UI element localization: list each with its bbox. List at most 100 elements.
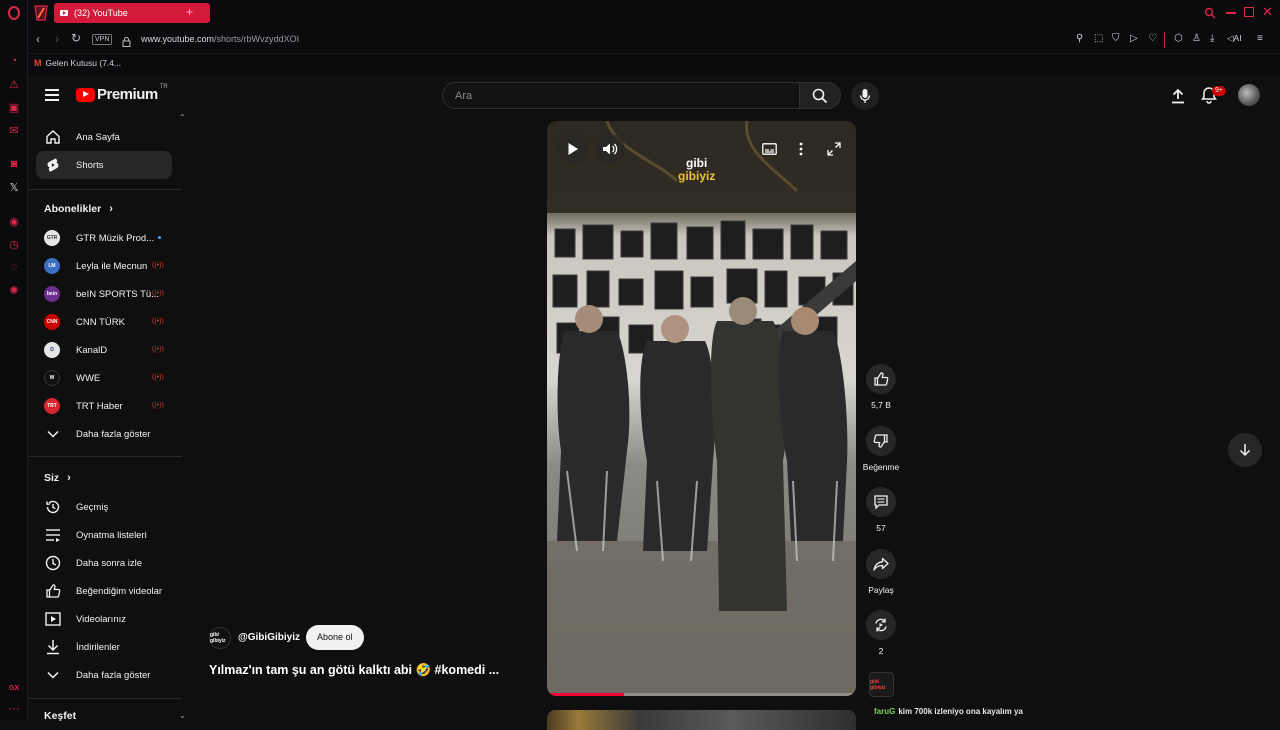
comment-icon xyxy=(874,495,888,510)
bookmark-page-icon[interactable]: ⚲ xyxy=(1076,33,1083,44)
history-icon xyxy=(44,498,62,516)
shield-icon[interactable]: ⛉ xyxy=(1112,33,1120,44)
twitch-icon[interactable]: ◙ xyxy=(7,157,21,171)
more-icon[interactable]: ⋯ xyxy=(7,701,21,715)
search-button[interactable] xyxy=(799,82,841,109)
gx-corner-icon[interactable]: GX xyxy=(7,681,21,695)
nav-item-liked[interactable]: Beğendiğim videolar xyxy=(36,577,172,605)
account-avatar[interactable] xyxy=(1238,84,1260,106)
opera-gx-icon[interactable] xyxy=(31,4,51,22)
nav-item-downloads[interactable]: İndirilenler xyxy=(36,633,172,661)
gx-control-icon[interactable]: ⚠ xyxy=(7,77,21,91)
volume-button[interactable] xyxy=(595,134,625,164)
subscription-item[interactable]: TRT TRT Haber ((•)) xyxy=(36,392,172,420)
nav-item-shorts[interactable]: Shorts xyxy=(36,151,172,179)
player-icon[interactable]: ◉ xyxy=(7,214,21,228)
settings-icon[interactable]: ✺ xyxy=(7,283,21,297)
microphone-icon xyxy=(859,89,871,103)
progress-bar[interactable] xyxy=(547,693,856,696)
progress-fill xyxy=(547,693,625,696)
live-icon: ((•)) xyxy=(152,374,164,381)
gmail-icon[interactable]: ✉ xyxy=(7,123,21,137)
aria-ai-button[interactable]: ◁AI xyxy=(1227,33,1242,44)
extensions-icon[interactable]: ⬡ xyxy=(1174,33,1183,44)
shorts-player[interactable]: gibi gibiyiz xyxy=(547,121,856,696)
voice-search-button[interactable] xyxy=(851,82,879,110)
channel-label: CNN TÜRK xyxy=(76,316,125,328)
captions-icon[interactable] xyxy=(760,141,778,157)
heart-icon[interactable]: ♡ xyxy=(1148,33,1157,44)
vpn-badge[interactable]: VPN xyxy=(92,34,113,45)
like-button[interactable] xyxy=(866,364,896,394)
bookmark-gmail[interactable]: M Gelen Kutusu (7.4... xyxy=(34,58,121,68)
subscription-item[interactable]: GTR GTR Müzik Prod... xyxy=(36,224,172,252)
you-header[interactable]: Siz › xyxy=(44,472,71,484)
chat-icon[interactable]: ◌ xyxy=(7,260,21,274)
comment-preview[interactable]: faruG kim 700k izleniyo ona kayalım ya xyxy=(874,707,1023,716)
back-icon[interactable]: ‹ xyxy=(36,32,40,46)
remix-action: 2 xyxy=(865,610,897,656)
next-short-preview[interactable] xyxy=(547,710,856,730)
lock-icon[interactable] xyxy=(122,34,131,52)
search-input[interactable] xyxy=(443,83,799,108)
like-action: 5,7 B xyxy=(865,364,897,410)
minimize-icon[interactable] xyxy=(1226,12,1236,14)
reload-icon[interactable]: ↻ xyxy=(71,31,81,45)
nav-item-watch-later[interactable]: Daha sonra izle xyxy=(36,549,172,577)
subscription-item[interactable]: W WWE ((•)) xyxy=(36,364,172,392)
guide-menu-icon[interactable] xyxy=(45,89,59,101)
channel-label: WWE xyxy=(76,372,101,384)
remix-button[interactable] xyxy=(866,610,896,640)
explore-title: Keşfet xyxy=(44,710,77,722)
create-upload-button[interactable] xyxy=(1168,87,1188,105)
opera-logo-icon[interactable] xyxy=(7,6,21,20)
maximize-icon[interactable] xyxy=(1244,7,1254,17)
subscription-item[interactable]: LM Leyla ile Mecnun ((•)) xyxy=(36,252,172,280)
short-title[interactable]: Yılmaz'ın tam şu an götü kalktı abi 🤣 #k… xyxy=(209,663,499,678)
search-tabs-icon[interactable] xyxy=(1204,6,1216,24)
nav-item-playlists[interactable]: Oynatma listeleri xyxy=(36,521,172,549)
player-ext-icon[interactable]: ▷ xyxy=(1130,33,1138,44)
subscription-item[interactable]: D KanalD ((•)) xyxy=(36,336,172,364)
youtube-premium-logo[interactable]: Premium TR xyxy=(76,84,168,103)
speed-dial-icon[interactable]: ◔ xyxy=(7,54,21,68)
share-label: Paylaş xyxy=(868,585,894,595)
subscriptions-header[interactable]: Abonelikler › xyxy=(44,203,113,215)
notification-badge: 9+ xyxy=(1212,86,1226,96)
audio-source-thumbnail[interactable]: gibi gibiyiz xyxy=(869,672,894,697)
more-options-icon[interactable] xyxy=(794,141,808,157)
next-short-button[interactable] xyxy=(1228,433,1262,467)
history-sidebar-icon[interactable]: ◷ xyxy=(7,237,21,251)
dislike-button[interactable] xyxy=(866,426,896,456)
show-more-subscriptions[interactable]: Daha fazla göster xyxy=(36,420,172,448)
messenger-icon[interactable]: ▣ xyxy=(7,100,21,114)
channel-handle[interactable]: @GibiGibiyiz xyxy=(238,632,300,643)
subscription-item[interactable]: bein beIN SPORTS Tü... ((•)) xyxy=(36,280,172,308)
download-toolbar-icon[interactable]: ⤓ xyxy=(1210,33,1214,44)
new-tab-icon[interactable]: + xyxy=(186,5,193,19)
channel-avatar[interactable]: gibi gibiyiz xyxy=(209,626,231,649)
url-field[interactable]: www.youtube.com/shorts/rbWvzyddXOI xyxy=(141,34,299,44)
nav-label: Beğendiğim videolar xyxy=(76,585,163,597)
scroll-up-icon[interactable]: ⌃ xyxy=(179,113,186,122)
nav-item-home[interactable]: Ana Sayfa xyxy=(36,123,172,151)
subscribe-button[interactable]: Abone ol xyxy=(305,625,364,650)
menu-icon[interactable]: ≡ xyxy=(1257,33,1263,44)
profile-icon[interactable]: ♙ xyxy=(1192,33,1201,44)
comments-button[interactable] xyxy=(866,487,896,517)
subscription-item[interactable]: CNN CNN TÜRK ((•)) xyxy=(36,308,172,336)
video-frame xyxy=(547,121,856,696)
snapshot-icon[interactable]: ⬚ xyxy=(1094,33,1103,44)
comment-count: 57 xyxy=(876,523,886,533)
fullscreen-icon[interactable] xyxy=(825,140,843,158)
chevron-right-icon: › xyxy=(67,472,71,484)
share-button[interactable] xyxy=(866,549,896,579)
scroll-down-icon[interactable]: ⌄ xyxy=(179,711,186,720)
play-button[interactable] xyxy=(558,134,588,164)
nav-item-history[interactable]: Geçmiş xyxy=(36,493,172,521)
forward-icon[interactable]: › xyxy=(55,32,59,46)
x-twitter-icon[interactable]: 𝕏 xyxy=(7,180,21,194)
show-more-you[interactable]: Daha fazla göster xyxy=(36,661,172,689)
nav-item-your-videos[interactable]: Videolarınız xyxy=(36,605,172,633)
close-window-icon[interactable]: ✕ xyxy=(1262,4,1273,20)
